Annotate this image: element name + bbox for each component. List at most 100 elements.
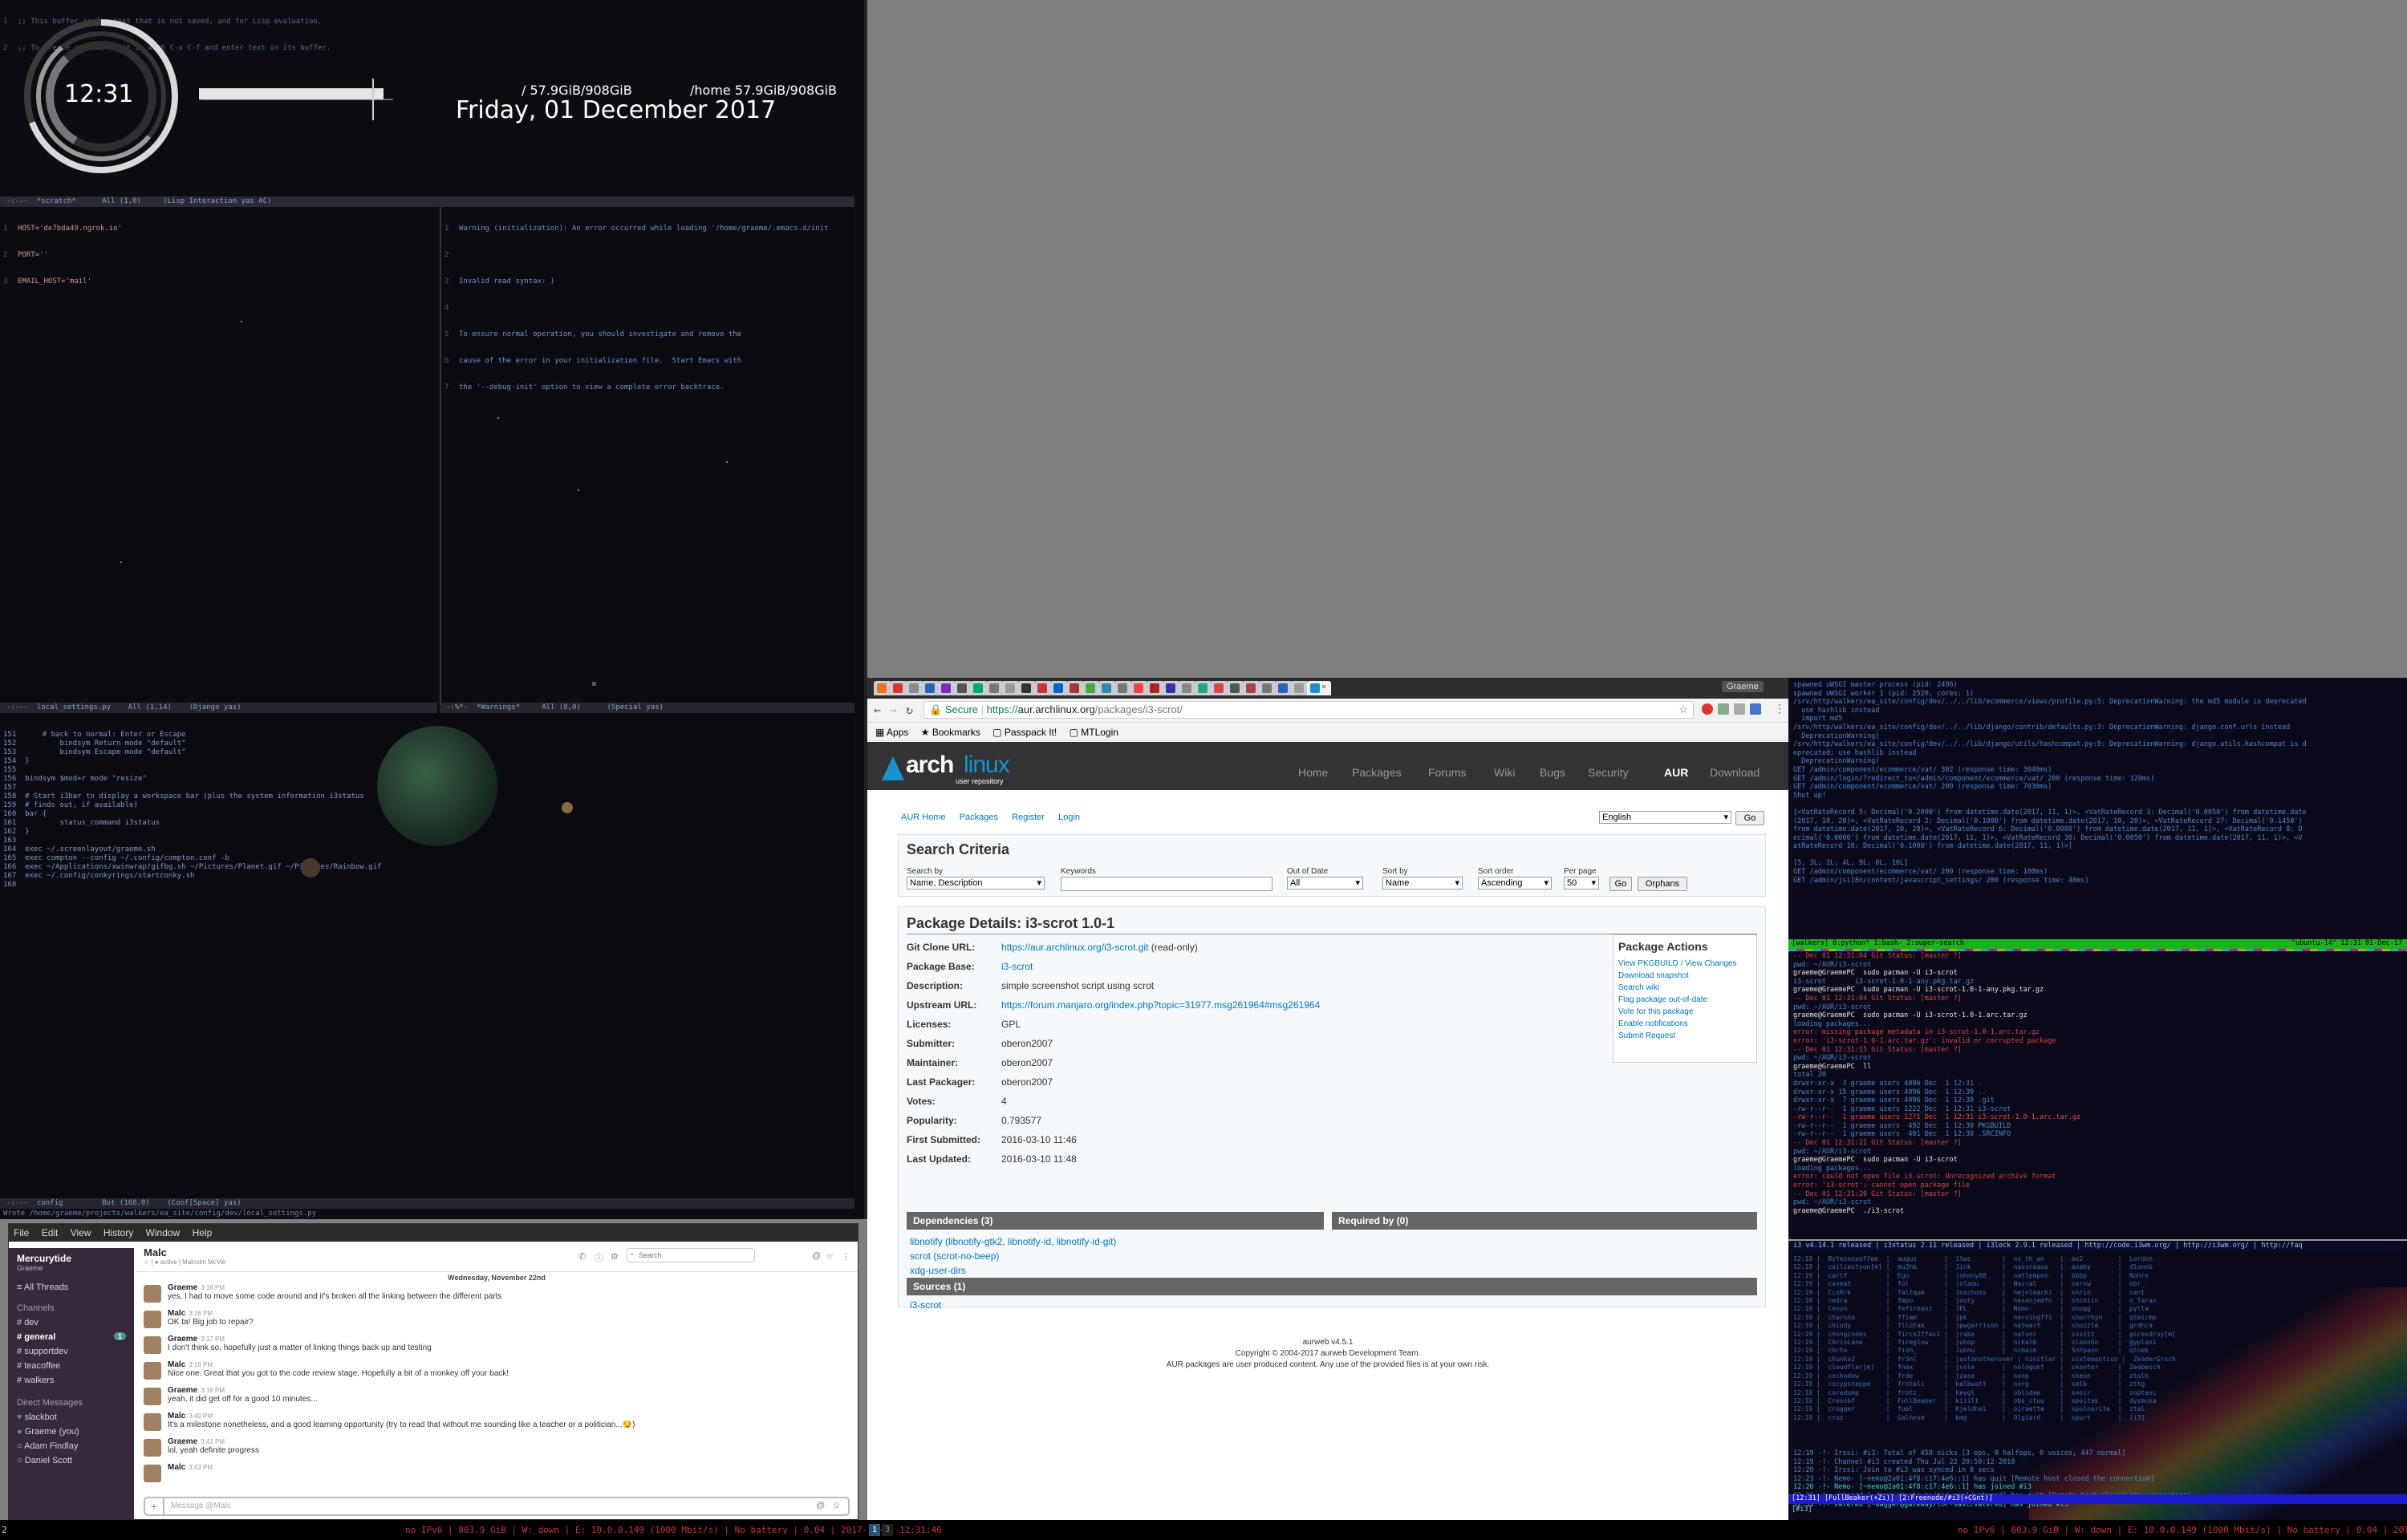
bookmark-passpack[interactable]: Passpack It! [1005,727,1057,738]
bookmark-bookmarks[interactable]: Bookmarks [932,727,980,738]
browser-tab[interactable] [1163,681,1180,695]
browser-tab[interactable] [1034,681,1052,695]
extension-icon[interactable] [1750,703,1761,715]
message-item[interactable]: Malc 3:43 PM [136,1461,858,1487]
message-time[interactable]: 3:40 PM [189,1412,213,1420]
browser-tab-active[interactable]: × [1307,681,1331,695]
browser-tab[interactable] [1147,681,1164,695]
channel-teacoffee[interactable]: # teacoffee [9,1359,134,1373]
language-go-button[interactable]: Go [1735,811,1764,825]
warnings-buffer[interactable]: 1 Warning (initialization): An error occu… [440,207,854,704]
browser-tab[interactable] [906,681,923,695]
orphans-button[interactable]: Orphans [1638,877,1687,891]
nav-aur[interactable]: AUR [1664,766,1688,779]
browser-tab[interactable] [890,681,907,695]
message-time[interactable]: 3:18 PM [189,1361,213,1368]
browser-tab[interactable] [1002,681,1020,695]
browser-tab[interactable] [1275,681,1293,695]
mention-icon[interactable]: @ [812,1251,821,1261]
irc-input[interactable]: [#i3] [1792,1506,2401,1515]
package-action-link[interactable]: Enable notifications [1618,1018,1751,1030]
browser-tab[interactable] [1050,681,1068,695]
compose-box[interactable]: + Message @Malc @ ☺ [144,1497,850,1516]
workspace-3-button[interactable]: 3 [882,1524,893,1536]
message-time[interactable]: 3:43 PM [189,1464,213,1471]
nav-bugs[interactable]: Bugs [1540,766,1565,779]
message-item[interactable]: Graeme 3:18 PM yeah, it did get off for a … [136,1384,858,1410]
close-tab-icon[interactable]: × [1321,683,1326,691]
channel-general[interactable]: # general 1 [9,1330,134,1344]
menu-kebab-icon[interactable]: ⋮ [1774,703,1785,715]
avatar[interactable] [144,1285,161,1303]
browser-tab[interactable] [1211,681,1228,695]
attach-plus-icon[interactable]: + [145,1498,164,1514]
message-time[interactable]: 3:18 PM [201,1387,225,1394]
menu-help[interactable]: Help [193,1227,213,1238]
package-action-link[interactable]: Submit Request [1618,1030,1751,1042]
dependency-link[interactable]: libnotify (libnotify-gtk2, libnotify-id,… [910,1234,1311,1249]
address-bar[interactable]: 🔒 Secure | https://aur.archlinux.org/pac… [923,701,1694,719]
logo-accent[interactable]: linux [964,752,1010,779]
message-time[interactable]: 3:17 PM [201,1335,225,1343]
nav-wiki[interactable]: Wiki [1494,766,1515,779]
channel-supportdev[interactable]: # supportdev [9,1344,134,1359]
extension-icon[interactable] [1718,703,1729,715]
message-author[interactable]: Malc [168,1463,185,1472]
dependency-link[interactable]: scrot (scrot-no-beep) [910,1249,1311,1263]
star-icon[interactable]: ☆ [826,1251,834,1262]
menu-edit[interactable]: Edit [42,1227,59,1238]
message-author[interactable]: Malc [168,1360,185,1369]
menu-window[interactable]: Window [146,1227,181,1238]
bookmark-mtlogin[interactable]: MTLogin [1081,727,1118,738]
menu-view[interactable]: View [71,1227,91,1238]
dm-heading[interactable]: Direct Messages [9,1396,134,1410]
nav-download[interactable]: Download [1710,766,1760,779]
channel-walkers[interactable]: # walkers [9,1373,134,1388]
channel-dev[interactable]: # dev [9,1315,134,1330]
dm-daniel[interactable]: ○ Daniel Scott [9,1453,134,1468]
dm-slackbot[interactable]: ♥ slackbot [9,1410,134,1424]
bookmark-apps[interactable]: Apps [887,727,908,738]
logo-main[interactable]: arch [906,752,954,779]
message-item[interactable]: Malc 3:40 PM It's a milestone nonetheless,… [136,1410,858,1436]
package-action-link[interactable]: Flag package out-of-date [1618,994,1751,1006]
message-item[interactable]: Graeme 3:16 PM yes, I had to move some cod… [136,1282,858,1307]
menu-history[interactable]: History [104,1227,133,1238]
avatar[interactable] [144,1439,161,1457]
dm-adam[interactable]: ○ Adam Findlay [9,1439,134,1453]
language-select[interactable]: English ▾ [1599,811,1731,824]
message-author[interactable]: Graeme [168,1437,197,1446]
out-of-date-select[interactable]: All ▾ [1287,877,1363,890]
package-action-link[interactable]: Search wiki [1618,982,1751,994]
emoji-icon[interactable]: ☺ [832,1501,841,1510]
avatar[interactable] [144,1413,161,1431]
browser-tab[interactable] [954,681,972,695]
menu-file[interactable]: File [14,1227,29,1238]
all-threads-link[interactable]: ≡ All Threads [9,1280,134,1295]
browser-tab[interactable] [1227,681,1244,695]
browser-tab[interactable] [938,681,956,695]
message-item[interactable]: Graeme 3:17 PM I don't think so, hopefully… [136,1333,858,1359]
search-input[interactable] [627,1248,755,1262]
message-time[interactable]: 3:16 PM [201,1284,225,1291]
bookmark-star-icon[interactable]: ☆ [1678,702,1688,718]
avatar[interactable] [144,1388,161,1405]
detail-value[interactable]: i3-scrot [1001,961,1033,972]
detail-value[interactable]: https://aur.archlinux.org/i3-scrot.git [1001,942,1148,953]
call-icon[interactable]: ✆ [578,1251,586,1262]
gear-icon[interactable]: ⚙ [611,1251,619,1262]
search-by-select[interactable]: Name, Description ▾ [907,877,1045,890]
back-arrow-icon[interactable]: ← [874,703,881,717]
message-author[interactable]: Malc [168,1309,185,1318]
message-author[interactable]: Graeme [168,1283,197,1292]
dm-self[interactable]: ● Graeme (you) [9,1424,134,1439]
package-action-link[interactable]: Vote for this package [1618,1006,1751,1018]
browser-tab[interactable] [1291,681,1309,695]
message-time[interactable]: 3:16 PM [189,1310,213,1317]
message-author[interactable]: Malc [168,1412,185,1420]
avatar[interactable] [144,1336,161,1354]
apps-icon[interactable]: ▦ [875,727,887,738]
browser-tab[interactable] [1066,681,1084,695]
browser-tab[interactable] [1098,681,1116,695]
mention-icon[interactable]: @ [816,1501,825,1510]
